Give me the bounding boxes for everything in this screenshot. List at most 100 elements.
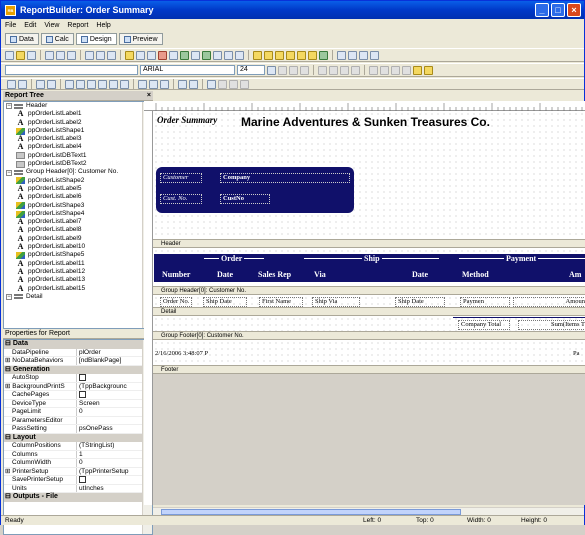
page-setup-icon[interactable] bbox=[45, 50, 54, 60]
menu-edit[interactable]: Edit bbox=[20, 22, 40, 29]
align-right-icon[interactable] bbox=[340, 65, 349, 75]
ship-date-dbtext[interactable]: Ship Date bbox=[203, 297, 247, 307]
dbimage-icon[interactable] bbox=[297, 50, 306, 60]
bring-front-icon[interactable] bbox=[402, 65, 411, 75]
property-row[interactable]: DeviceType Screen bbox=[4, 399, 152, 408]
custno-dbtext[interactable]: CustNo bbox=[220, 194, 270, 204]
payment-dbtext[interactable]: Paymen bbox=[460, 297, 510, 307]
space-vert-icon[interactable] bbox=[98, 79, 107, 89]
tab-calc[interactable]: Calc bbox=[40, 33, 74, 45]
layer-icon[interactable] bbox=[424, 65, 433, 75]
font-name-select[interactable]: ARIAL bbox=[140, 65, 235, 75]
region-icon[interactable] bbox=[235, 50, 244, 60]
dbbarcode-icon[interactable] bbox=[308, 50, 317, 60]
tab-data[interactable]: Data bbox=[5, 33, 39, 45]
property-row[interactable]: DataPipeline plOrder bbox=[4, 348, 152, 357]
property-value[interactable]: 0 bbox=[76, 459, 152, 467]
tree-item[interactable]: ppOrderListDBText2 bbox=[4, 160, 152, 168]
property-row[interactable]: Units utInches bbox=[4, 484, 152, 493]
property-row[interactable]: AutoStop bbox=[4, 374, 152, 383]
tree-item[interactable]: AppOrderListLabel11 bbox=[4, 259, 152, 268]
footer-band[interactable]: 2/16/2006 3:48:07 P Pa bbox=[153, 340, 585, 365]
collapse-icon[interactable]: ⊟ bbox=[5, 493, 13, 500]
tree-item[interactable]: AppOrderListLabel13 bbox=[4, 276, 152, 284]
property-value[interactable]: (TStringList) bbox=[76, 442, 152, 450]
tab-design[interactable]: Design bbox=[75, 33, 117, 45]
group-header-band[interactable]: Order Ship Payment Number Date Sales Rep… bbox=[153, 248, 585, 286]
property-value[interactable]: utInches bbox=[76, 484, 152, 492]
line-color-icon[interactable] bbox=[391, 65, 400, 75]
group-footer-band[interactable]: Company Total Sum(Items T bbox=[153, 316, 585, 331]
maximize-button[interactable]: □ bbox=[551, 3, 565, 17]
property-row[interactable]: ColumnWidth 0 bbox=[4, 459, 152, 468]
property-value[interactable]: 0 bbox=[76, 408, 152, 416]
property-row[interactable]: Columns 1 bbox=[4, 450, 152, 459]
property-value[interactable]: (TppBackgrounc bbox=[76, 382, 152, 390]
tree-item[interactable]: ppOrderListShape4 bbox=[4, 210, 152, 218]
select-icon[interactable] bbox=[125, 50, 134, 60]
design-canvas[interactable]: Order Summary Marine Adventures & Sunken… bbox=[144, 101, 585, 505]
collapse-icon[interactable]: ⊟ bbox=[5, 434, 13, 441]
align-lefts-icon[interactable] bbox=[7, 79, 16, 89]
dbrichtext-icon[interactable] bbox=[275, 50, 284, 60]
close-icon[interactable]: × bbox=[147, 91, 151, 101]
company-total-label[interactable]: Company Total bbox=[458, 320, 510, 330]
tree-item[interactable]: AppOrderListLabel2 bbox=[4, 118, 152, 127]
property-category[interactable]: ⊟ Data bbox=[4, 340, 152, 349]
collapse-icon[interactable]: − bbox=[6, 169, 12, 176]
pen-width-icon[interactable] bbox=[240, 79, 249, 89]
pen-color-icon[interactable] bbox=[229, 79, 238, 89]
property-row[interactable]: ⊞ PrinterSetup (TppPrinterSetup bbox=[4, 467, 152, 476]
minimize-button[interactable]: _ bbox=[535, 3, 549, 17]
tree-band-node[interactable]: − Group Header[0]: Customer No. bbox=[4, 168, 152, 176]
payment-group-label[interactable]: Payment bbox=[504, 254, 539, 263]
property-grid[interactable]: ⊟ Data DataPipeline plOrder ⊞ NoDataBehavio… bbox=[3, 339, 153, 535]
barcode-icon[interactable] bbox=[213, 50, 222, 60]
image-icon[interactable] bbox=[180, 50, 189, 60]
align-rights-icon[interactable] bbox=[36, 79, 45, 89]
center-horiz-icon[interactable] bbox=[109, 79, 118, 89]
property-row[interactable]: SavePrinterSetup bbox=[4, 476, 152, 485]
same-height-icon[interactable] bbox=[149, 79, 158, 89]
property-category[interactable]: ⊟ Generation bbox=[4, 365, 152, 374]
tree-item[interactable]: ppOrderListDBText1 bbox=[4, 152, 152, 160]
property-value[interactable] bbox=[76, 476, 152, 484]
new-icon[interactable] bbox=[5, 50, 14, 60]
font-color-icon[interactable] bbox=[267, 65, 276, 75]
menu-help[interactable]: Help bbox=[92, 22, 114, 29]
crosstab-icon[interactable] bbox=[348, 50, 357, 60]
subreport-icon[interactable] bbox=[337, 50, 346, 60]
col-shipdate-label[interactable]: Date bbox=[412, 270, 428, 279]
italic-icon[interactable] bbox=[289, 65, 298, 75]
center-vert-icon[interactable] bbox=[120, 79, 129, 89]
order-group-label[interactable]: Order bbox=[219, 254, 245, 263]
print-preview-icon[interactable] bbox=[67, 50, 76, 60]
property-value[interactable]: [ndBlankPage] bbox=[76, 357, 152, 365]
nudge-left-icon[interactable] bbox=[207, 79, 216, 89]
same-width-icon[interactable] bbox=[138, 79, 147, 89]
col-date-label[interactable]: Date bbox=[217, 270, 233, 279]
menu-report[interactable]: Report bbox=[63, 22, 92, 29]
first-name-dbtext[interactable]: First Name bbox=[259, 297, 303, 307]
collapse-icon[interactable]: ⊟ bbox=[5, 366, 13, 373]
group-header-shape[interactable]: Order Ship Payment Number Date Sales Rep… bbox=[154, 254, 585, 282]
line-icon[interactable] bbox=[202, 50, 211, 60]
print-icon[interactable] bbox=[56, 50, 65, 60]
ship-group-label[interactable]: Ship bbox=[362, 254, 382, 263]
pagebreak-icon[interactable] bbox=[359, 50, 368, 60]
header-band[interactable]: Order Summary Marine Adventures & Sunken… bbox=[153, 111, 585, 239]
chart-icon[interactable] bbox=[224, 50, 233, 60]
tree-item[interactable]: AppOrderListLabel15 bbox=[4, 284, 152, 293]
col-number-label[interactable]: Number bbox=[162, 270, 190, 279]
customer-label[interactable]: Customer bbox=[160, 173, 202, 183]
order-summary-label[interactable]: Order Summary bbox=[157, 115, 217, 125]
property-row[interactable]: ParametersEditor bbox=[4, 416, 152, 425]
property-row[interactable]: ⊞ BackgroundPrintS (TppBackgrounc bbox=[4, 382, 152, 391]
tree-item[interactable]: AppOrderListLabel12 bbox=[4, 267, 152, 276]
bold-icon[interactable] bbox=[278, 65, 287, 75]
align-bottoms-icon[interactable] bbox=[76, 79, 85, 89]
table-icon[interactable] bbox=[370, 50, 379, 60]
label-icon[interactable] bbox=[136, 50, 145, 60]
dbtext-icon[interactable] bbox=[253, 50, 262, 60]
tree-item[interactable]: AppOrderListLabel4 bbox=[4, 143, 152, 151]
